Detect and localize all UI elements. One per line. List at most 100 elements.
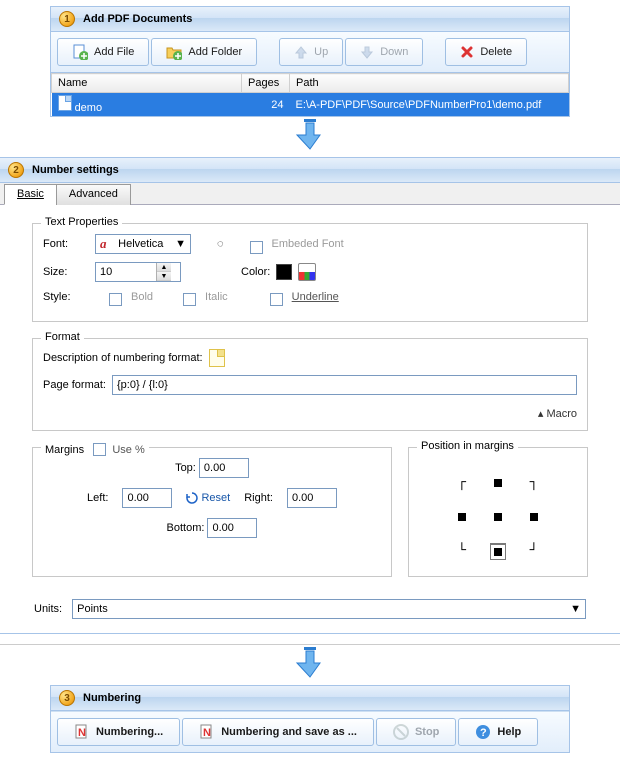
pos-bot-left[interactable]: └	[446, 536, 478, 566]
left-label: Left:	[87, 492, 108, 504]
spin-buttons[interactable]: ▲▼	[156, 263, 171, 281]
arrow-divider-2	[0, 647, 620, 681]
size-label: Size:	[43, 266, 89, 278]
page-icon[interactable]	[209, 349, 225, 367]
bold-label: Bold	[131, 291, 153, 303]
up-label: Up	[314, 46, 328, 58]
bottom-input[interactable]	[207, 518, 257, 538]
chevron-down-icon: ▼	[570, 603, 581, 615]
pos-top-left[interactable]: ┌	[446, 468, 478, 498]
pos-top-right[interactable]: ┐	[518, 468, 550, 498]
cell-path: E:\A-PDF\PDF\Source\PDFNumberPro1\demo.p…	[290, 93, 569, 117]
tabs: Basic Advanced	[0, 183, 620, 205]
page-format-label: Page format:	[43, 379, 106, 391]
size-spinner[interactable]: ▲▼	[95, 262, 181, 282]
stop-icon	[393, 724, 409, 740]
italic-checkbox[interactable]	[183, 293, 196, 306]
add-folder-button[interactable]: Add Folder	[151, 38, 257, 66]
pos-mid-left[interactable]	[446, 502, 478, 532]
arrow-divider-1	[0, 119, 620, 153]
step2-title: Number settings	[32, 164, 119, 176]
loading-icon: ◌	[217, 238, 224, 250]
tab-advanced[interactable]: Advanced	[56, 184, 131, 205]
down-label: Down	[380, 46, 408, 58]
add-file-icon	[72, 44, 88, 60]
use-percent-checkbox[interactable]	[93, 443, 106, 456]
embedded-label: Embeded Font	[272, 238, 344, 250]
left-input[interactable]	[122, 488, 172, 508]
tab-basic[interactable]: Basic	[4, 184, 57, 205]
macro-toggle[interactable]: ▴ Macro	[43, 403, 577, 420]
col-pages[interactable]: Pages	[242, 74, 290, 93]
step1-badge: 1	[59, 11, 75, 27]
svg-text:N: N	[78, 727, 86, 739]
pos-mid-center[interactable]	[482, 502, 514, 532]
down-button[interactable]: Down	[345, 38, 423, 66]
top-input[interactable]	[199, 458, 249, 478]
help-icon: ?	[475, 724, 491, 740]
pos-mid-right[interactable]	[518, 502, 550, 532]
up-icon	[294, 45, 308, 59]
table-row[interactable]: demo 24 E:\A-PDF\PDF\Source\PDFNumberPro…	[52, 93, 569, 117]
delete-button[interactable]: Delete	[445, 38, 527, 66]
right-label: Right:	[244, 492, 273, 504]
stop-label: Stop	[415, 726, 439, 738]
underline-label: Underline	[292, 291, 339, 303]
underline-checkbox[interactable]	[270, 293, 283, 306]
down-icon	[360, 45, 374, 59]
font-value: Helvetica	[118, 238, 163, 250]
step1-panel: 1 Add PDF Documents Add File Add Folder …	[50, 6, 570, 117]
reset-link[interactable]: Reset	[186, 492, 230, 504]
file-table: Name Pages Path demo 24 E:\A-PDF\PDF\Sou…	[51, 73, 569, 116]
pos-bot-center[interactable]	[482, 536, 514, 566]
numbering-save-icon: N	[199, 724, 215, 740]
position-group: Position in margins ┌ ┐ └ ┘	[408, 447, 588, 577]
add-file-label: Add File	[94, 46, 134, 58]
margins-legend: Margins Use %	[41, 440, 149, 456]
position-legend: Position in margins	[417, 440, 518, 452]
step2-badge: 2	[8, 162, 24, 178]
style-label: Style:	[43, 291, 89, 303]
chevron-down-icon: ▼	[175, 238, 186, 250]
stop-button[interactable]: Stop	[376, 718, 456, 746]
color-label: Color:	[241, 266, 270, 278]
step3-header: 3 Numbering	[51, 686, 569, 711]
size-input[interactable]	[96, 266, 156, 278]
step1-header: 1 Add PDF Documents	[51, 7, 569, 32]
delete-icon	[460, 45, 474, 59]
numbering-save-label: Numbering and save as ...	[221, 726, 357, 738]
add-folder-icon	[166, 44, 182, 60]
divider	[0, 644, 620, 645]
step3-panel: 3 Numbering N Numbering... N Numbering a…	[50, 685, 570, 753]
numbering-label: Numbering...	[96, 726, 163, 738]
bold-checkbox[interactable]	[109, 293, 122, 306]
font-combo[interactable]: a Helvetica ▼	[95, 234, 191, 254]
font-label: Font:	[43, 238, 89, 250]
pos-bot-right[interactable]: ┘	[518, 536, 550, 566]
numbering-button[interactable]: N Numbering...	[57, 718, 180, 746]
font-a-icon: a	[100, 236, 107, 252]
color-picker-button[interactable]	[298, 263, 316, 281]
units-row: Units: Points ▼	[32, 593, 588, 619]
page-format-input[interactable]	[112, 375, 577, 395]
step3-toolbar: N Numbering... N Numbering and save as .…	[51, 711, 569, 752]
pdf-icon	[58, 95, 72, 111]
add-file-button[interactable]: Add File	[57, 38, 149, 66]
reset-icon	[186, 492, 198, 504]
units-combo[interactable]: Points ▼	[72, 599, 586, 619]
cell-name: demo	[75, 102, 103, 114]
pos-top-center[interactable]	[482, 468, 514, 498]
svg-text:?: ?	[480, 727, 487, 739]
right-input[interactable]	[287, 488, 337, 508]
numbering-save-as-button[interactable]: N Numbering and save as ...	[182, 718, 374, 746]
delete-label: Delete	[480, 46, 512, 58]
bottom-label: Bottom:	[167, 522, 205, 534]
col-name[interactable]: Name	[52, 74, 242, 93]
step3-title: Numbering	[83, 692, 141, 704]
up-button[interactable]: Up	[279, 38, 343, 66]
embedded-checkbox[interactable]	[250, 241, 263, 254]
italic-label: Italic	[205, 291, 228, 303]
units-value: Points	[77, 603, 108, 615]
help-button[interactable]: ? Help	[458, 718, 538, 746]
col-path[interactable]: Path	[290, 74, 569, 93]
